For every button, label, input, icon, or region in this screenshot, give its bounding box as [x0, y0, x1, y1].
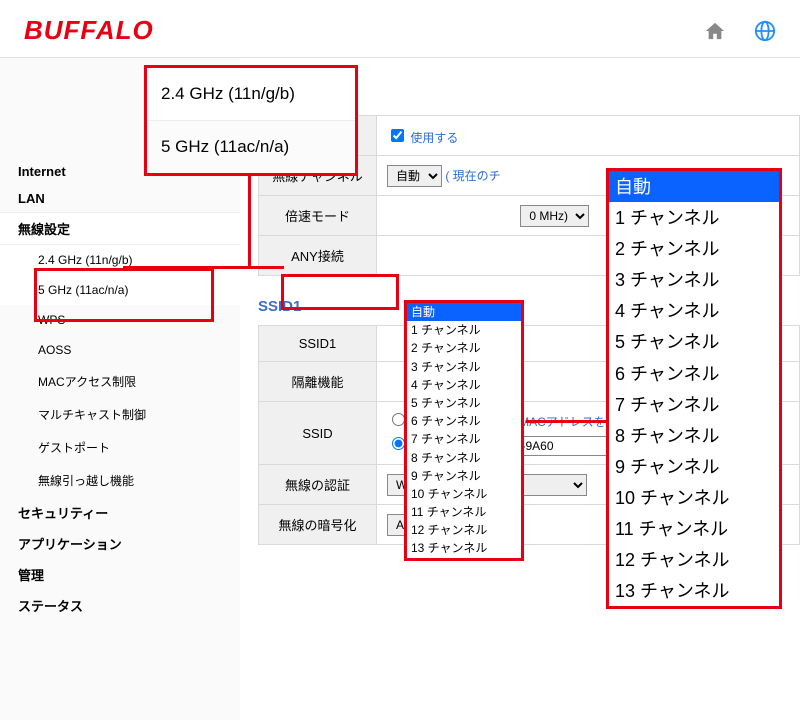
row-isolation-label: 隔離機能: [259, 362, 377, 402]
channel-select[interactable]: 自動: [387, 165, 442, 187]
fastmode-select[interactable]: 0 MHz): [520, 205, 589, 227]
wireless-enable-checkbox[interactable]: [391, 129, 404, 142]
dropdown-ch3[interactable]: 3 チャンネル: [407, 358, 521, 376]
biglist-ch7: 7 チャンネル: [609, 389, 779, 420]
connector-line-4: [526, 420, 606, 423]
row-ssid-label: SSID: [259, 402, 377, 465]
callout-channel-dropdown: 自動 1 チャンネル 2 チャンネル 3 チャンネル 4 チャンネル 5 チャン…: [404, 300, 524, 561]
nav-security[interactable]: セキュリティー: [0, 497, 240, 528]
biglist-auto: 自動: [609, 171, 779, 202]
biglist-ch3: 3 チャンネル: [609, 264, 779, 295]
biglist-ch8: 8 チャンネル: [609, 420, 779, 451]
row-wireless-func-value: 使用する: [377, 116, 800, 156]
callout-channel-list-large: 自動 1 チャンネル 2 チャンネル 3 チャンネル 4 チャンネル 5 チャン…: [606, 168, 782, 609]
connector-line-3: [248, 266, 284, 269]
nav-move[interactable]: 無線引っ越し機能: [0, 464, 240, 497]
dropdown-ch10[interactable]: 10 チャンネル: [407, 485, 521, 503]
dropdown-ch7[interactable]: 7 チャンネル: [407, 430, 521, 448]
biglist-ch1: 1 チャンネル: [609, 202, 779, 233]
biglist-ch2: 2 チャンネル: [609, 233, 779, 264]
nav-application[interactable]: アプリケーション: [0, 528, 240, 559]
dropdown-ch2[interactable]: 2 チャンネル: [407, 339, 521, 357]
dropdown-ch6[interactable]: 6 チャンネル: [407, 412, 521, 430]
header: BUFFALO: [0, 0, 800, 58]
current-channel-text: ( 現在のチ: [445, 169, 500, 183]
nav-status[interactable]: ステータス: [0, 590, 240, 621]
callout-sidebar-bands: [34, 268, 214, 322]
callout-freq-5: 5 GHz (11ac/n/a): [147, 121, 355, 173]
row-encrypt-label: 無線の暗号化: [259, 505, 377, 545]
callout-freq-24: 2.4 GHz (11n/g/b): [147, 68, 355, 121]
callout-frequency-box: 2.4 GHz (11n/g/b) 5 GHz (11ac/n/a): [144, 65, 358, 176]
dropdown-ch11[interactable]: 11 チャンネル: [407, 503, 521, 521]
row-auth-label: 無線の認証: [259, 465, 377, 505]
nav-wireless[interactable]: 無線設定: [0, 212, 240, 245]
home-icon[interactable]: [704, 21, 726, 41]
dropdown-ch12[interactable]: 12 チャンネル: [407, 521, 521, 539]
biglist-ch11: 11 チャンネル: [609, 513, 779, 544]
biglist-ch10: 10 チャンネル: [609, 482, 779, 513]
callout-channel-label: [281, 274, 399, 310]
biglist-ch5: 5 チャンネル: [609, 326, 779, 357]
brand-logo: BUFFALO: [24, 15, 154, 46]
dropdown-ch9[interactable]: 9 チャンネル: [407, 467, 521, 485]
biglist-ch4: 4 チャンネル: [609, 295, 779, 326]
dropdown-ch1[interactable]: 1 チャンネル: [407, 321, 521, 339]
nav-aoss[interactable]: AOSS: [0, 335, 240, 365]
dropdown-ch8[interactable]: 8 チャンネル: [407, 449, 521, 467]
nav-mac[interactable]: MACアクセス制限: [0, 365, 240, 398]
wireless-use-label: 使用する: [410, 131, 458, 145]
globe-icon[interactable]: [754, 20, 776, 42]
nav-admin[interactable]: 管理: [0, 559, 240, 590]
dropdown-ch13[interactable]: 13 チャンネル: [407, 539, 521, 557]
biglist-ch13: 13 チャンネル: [609, 575, 779, 606]
row-ssid1-label: SSID1: [259, 326, 377, 362]
biglist-ch9: 9 チャンネル: [609, 451, 779, 482]
row-fastmode-label: 倍速モード: [259, 196, 377, 236]
nav-multicast[interactable]: マルチキャスト制御: [0, 398, 240, 431]
dropdown-ch5[interactable]: 5 チャンネル: [407, 394, 521, 412]
nav-guest[interactable]: ゲストポート: [0, 431, 240, 464]
biglist-ch6: 6 チャンネル: [609, 358, 779, 389]
dropdown-ch4[interactable]: 4 チャンネル: [407, 376, 521, 394]
nav-lan[interactable]: LAN: [0, 185, 240, 212]
dropdown-auto[interactable]: 自動: [407, 303, 521, 321]
biglist-ch12: 12 チャンネル: [609, 544, 779, 575]
row-any-label: ANY接続: [259, 236, 377, 276]
